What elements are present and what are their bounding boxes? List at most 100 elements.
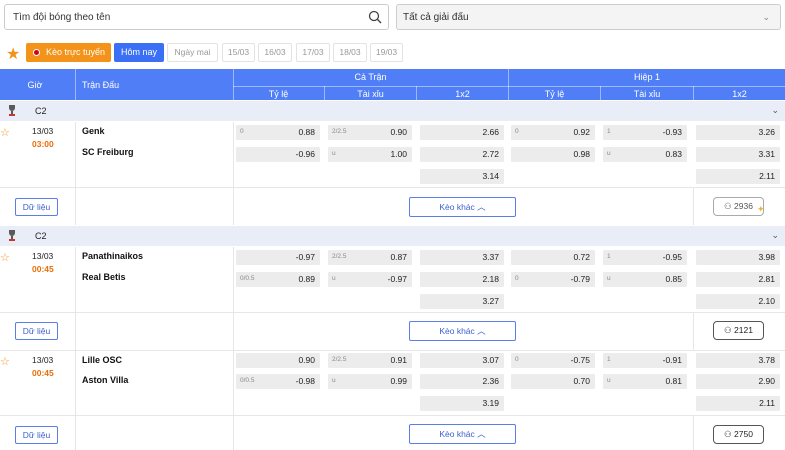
user-icon: ⚇ bbox=[724, 201, 732, 211]
odds-cell[interactable]: 2/2.5 0.87 bbox=[328, 250, 412, 265]
date-tab[interactable]: 17/03 bbox=[296, 43, 330, 62]
odds-cell[interactable]: 0.70 bbox=[511, 374, 595, 389]
odds-cell[interactable]: 3.14 bbox=[420, 169, 504, 184]
more-odds-button[interactable]: Kèo khác ︿ bbox=[409, 424, 516, 444]
odds-cell[interactable]: 3.37 bbox=[420, 250, 504, 265]
row-divider bbox=[0, 415, 785, 416]
handicap-line: 0/0.5 bbox=[240, 275, 255, 282]
today-button[interactable]: Hôm nay bbox=[114, 43, 164, 62]
odds-cell[interactable]: 1 -0.93 bbox=[603, 125, 687, 140]
odds-cell[interactable]: 2/2.5 0.90 bbox=[328, 125, 412, 140]
odds-cell[interactable]: 0.72 bbox=[511, 250, 595, 265]
header-match: Trận Đấu bbox=[82, 80, 120, 90]
odds-cell[interactable]: u 0.99 bbox=[328, 374, 412, 389]
match-row: ☆ 13/03 00:45 Panathinaikos Real Betis -… bbox=[0, 247, 785, 350]
handicap-line: 0 bbox=[515, 356, 519, 363]
odds-value: 2.11 bbox=[759, 171, 775, 181]
more-odds-button[interactable]: Kèo khác ︿ bbox=[409, 197, 516, 217]
date-tab[interactable]: 16/03 bbox=[258, 43, 292, 62]
col-divider bbox=[693, 187, 694, 225]
odds-cell[interactable]: u -0.97 bbox=[328, 272, 412, 287]
odds-cell[interactable]: 3.31 bbox=[696, 147, 780, 162]
odds-value: 2.90 bbox=[758, 376, 775, 386]
league-header[interactable]: C2 ⌄ bbox=[0, 101, 785, 121]
header-divider bbox=[75, 69, 76, 100]
total-line: 2/2.5 bbox=[332, 356, 347, 363]
odds-cell[interactable]: 2.90 bbox=[696, 374, 780, 389]
col-divider bbox=[75, 247, 76, 312]
odds-cell[interactable]: 2/2.5 0.91 bbox=[328, 353, 412, 368]
odds-cell[interactable]: 3.07 bbox=[420, 353, 504, 368]
odds-value: 2.10 bbox=[758, 296, 775, 306]
odds-value: 3.31 bbox=[758, 149, 775, 159]
odds-cell[interactable]: 3.98 bbox=[696, 250, 780, 265]
odds-value: 3.27 bbox=[482, 296, 499, 306]
odds-cell[interactable]: 2.10 bbox=[696, 294, 780, 309]
live-odds-button[interactable]: Kèo trực tuyến bbox=[26, 43, 111, 62]
chevron-down-icon[interactable]: ⌄ bbox=[771, 105, 779, 116]
odds-cell[interactable]: u 0.83 bbox=[603, 147, 687, 162]
stats-button[interactable]: Dữ liệu bbox=[15, 198, 58, 216]
search-box[interactable] bbox=[4, 4, 389, 30]
odds-cell[interactable]: 3.78 bbox=[696, 353, 780, 368]
col-divider bbox=[75, 415, 76, 450]
league-select[interactable]: Tất cả giải đấu ⌄ bbox=[396, 4, 781, 30]
odds-cell[interactable]: -0.97 bbox=[236, 250, 320, 265]
date-tab-tomorrow[interactable]: Ngày mai bbox=[167, 43, 218, 62]
odds-cell[interactable]: 3.26 bbox=[696, 125, 780, 140]
viewers-count[interactable]: ⚇ 2750 bbox=[713, 425, 764, 444]
odds-cell[interactable]: 2.11 bbox=[696, 169, 780, 184]
col-divider bbox=[233, 312, 234, 350]
live-dot-icon bbox=[33, 49, 40, 56]
odds-cell[interactable]: -0.96 bbox=[236, 147, 320, 162]
odds-cell[interactable]: 3.27 bbox=[420, 294, 504, 309]
favorite-star-icon[interactable]: ☆ bbox=[0, 126, 10, 139]
odds-cell[interactable]: 3.19 bbox=[420, 396, 504, 411]
odds-cell[interactable]: 2.81 bbox=[696, 272, 780, 287]
odds-cell[interactable]: 0 0.88 bbox=[236, 125, 320, 140]
favorite-star-icon[interactable]: ☆ bbox=[0, 355, 10, 368]
total-line: 1 bbox=[607, 128, 611, 135]
odds-cell[interactable]: 2.18 bbox=[420, 272, 504, 287]
handicap-line: 0 bbox=[515, 128, 519, 135]
odds-cell[interactable]: u 0.81 bbox=[603, 374, 687, 389]
favorites-star-icon[interactable]: ★ bbox=[6, 44, 20, 64]
odds-cell[interactable]: 0 -0.75 bbox=[511, 353, 595, 368]
odds-cell[interactable]: 0/0.5 0.89 bbox=[236, 272, 320, 287]
date-filter-bar: ★ Kèo trực tuyến Hôm nay Ngày mai 15/03 … bbox=[0, 40, 785, 66]
more-odds-button[interactable]: Kèo khác ︿ bbox=[409, 321, 516, 341]
odds-cell[interactable]: 2.66 bbox=[420, 125, 504, 140]
odds-cell[interactable]: 0 0.92 bbox=[511, 125, 595, 140]
odds-cell[interactable]: 1 -0.95 bbox=[603, 250, 687, 265]
stats-button[interactable]: Dữ liệu bbox=[15, 322, 58, 340]
odds-value: 3.07 bbox=[482, 355, 499, 365]
date-tab[interactable]: 19/03 bbox=[370, 43, 403, 62]
chevron-down-icon[interactable]: ⌄ bbox=[771, 230, 779, 241]
odds-cell[interactable]: 2.36 bbox=[420, 374, 504, 389]
odds-cell[interactable]: 0/0.5 -0.98 bbox=[236, 374, 320, 389]
viewers-count[interactable]: ⚇ 2121 bbox=[713, 321, 764, 340]
odds-cell[interactable]: u 0.85 bbox=[603, 272, 687, 287]
search-icon[interactable] bbox=[368, 10, 382, 24]
favorite-star-icon[interactable]: ☆ bbox=[0, 251, 10, 264]
league-header[interactable]: C2 ⌄ bbox=[0, 226, 785, 246]
col-divider bbox=[75, 312, 76, 350]
odds-value: -0.95 bbox=[662, 252, 682, 262]
header-divider bbox=[416, 86, 417, 100]
league-name: C2 bbox=[35, 231, 47, 241]
search-input[interactable] bbox=[5, 5, 345, 29]
header-h1-1x2: 1x2 bbox=[732, 89, 747, 99]
odds-cell[interactable]: 1 -0.91 bbox=[603, 353, 687, 368]
odds-cell[interactable]: 0.98 bbox=[511, 147, 595, 162]
odds-cell[interactable]: u 1.00 bbox=[328, 147, 412, 162]
odds-cell[interactable]: 0.90 bbox=[236, 353, 320, 368]
odds-cell[interactable]: 2.72 bbox=[420, 147, 504, 162]
odds-cell[interactable]: 0 -0.79 bbox=[511, 272, 595, 287]
odds-value: -0.75 bbox=[570, 355, 590, 365]
date-tab[interactable]: 15/03 bbox=[222, 43, 255, 62]
date-tab[interactable]: 18/03 bbox=[333, 43, 367, 62]
odds-value: 0.98 bbox=[573, 149, 590, 159]
viewers-value: 2936 bbox=[734, 201, 753, 211]
stats-button[interactable]: Dữ liệu bbox=[15, 426, 58, 444]
odds-cell[interactable]: 2.11 bbox=[696, 396, 780, 411]
